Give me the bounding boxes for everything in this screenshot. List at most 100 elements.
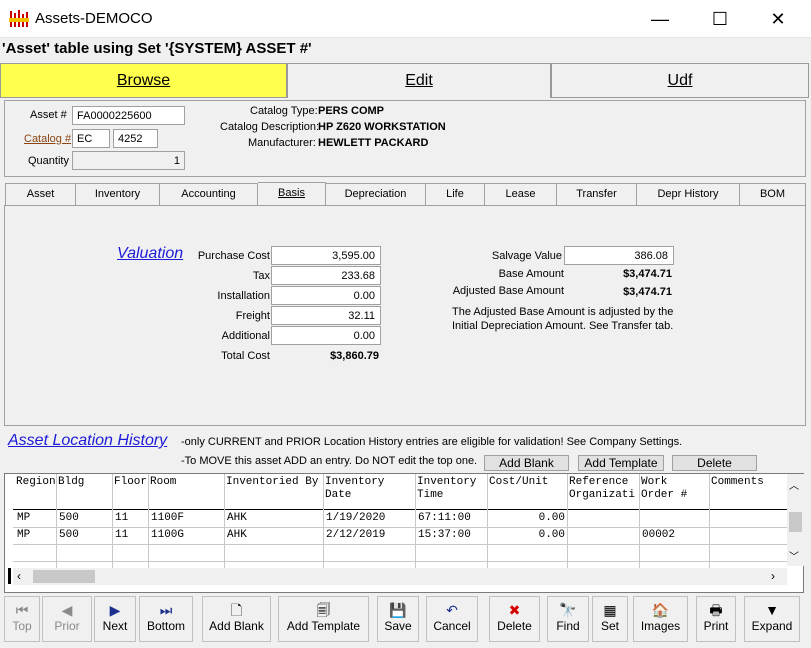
- grid-row-divider: [13, 527, 787, 528]
- catalog-number-field[interactable]: 4252: [113, 129, 158, 148]
- cell-room[interactable]: 1100G: [151, 529, 184, 541]
- expand-button[interactable]: ▼ Expand: [744, 596, 800, 642]
- subtab-accounting[interactable]: Accounting: [160, 183, 258, 205]
- scroll-down-icon[interactable]: ﹀: [789, 548, 799, 563]
- col-header-comments[interactable]: Comments: [711, 476, 764, 489]
- col-header-inventoried-by[interactable]: Inventoried By: [226, 476, 318, 489]
- cell-inventoried-by[interactable]: AHK: [227, 529, 247, 541]
- subtab-basis[interactable]: Basis: [258, 182, 326, 206]
- catalog-code-field[interactable]: EC: [72, 129, 110, 148]
- basis-panel: [4, 205, 806, 426]
- images-button[interactable]: 🏠 Images: [633, 596, 688, 642]
- cell-inventory-time[interactable]: 67:11:00: [418, 512, 471, 524]
- cell-inventory-date[interactable]: 1/19/2020: [326, 512, 385, 524]
- cell-region[interactable]: MP: [17, 529, 30, 541]
- base-amount-value: $3,474.71: [623, 268, 672, 280]
- freight-field[interactable]: 32.11: [271, 306, 381, 325]
- subtab-depr-history[interactable]: Depr History: [637, 183, 740, 205]
- cell-inventory-time[interactable]: 15:37:00: [418, 529, 471, 541]
- salvage-value-field[interactable]: 386.08: [564, 246, 674, 265]
- col-header-bldg[interactable]: Bldg: [58, 476, 84, 489]
- col-header-inventory-date[interactable]: Inventory Date: [325, 476, 384, 502]
- col-header-inventory-time[interactable]: Inventory Time: [417, 476, 476, 502]
- table-subtitle: 'Asset' table using Set '{SYSTEM} ASSET …: [2, 40, 312, 57]
- table-row[interactable]: MP 500 11 1100G AHK 2/12/2019 15:37:00 0…: [13, 529, 787, 544]
- next-button[interactable]: ▶ Next: [94, 596, 136, 642]
- scroll-thumb[interactable]: [789, 512, 802, 532]
- delete-row-button[interactable]: Delete: [672, 455, 757, 471]
- cell-room[interactable]: 1100F: [151, 512, 184, 524]
- scroll-left-icon[interactable]: ‹: [17, 569, 21, 583]
- col-header-cost-unit[interactable]: Cost/Unit: [489, 476, 548, 489]
- cell-inventoried-by[interactable]: AHK: [227, 512, 247, 524]
- scroll-up-icon[interactable]: ︿: [789, 477, 799, 492]
- save-icon: 💾: [389, 602, 407, 618]
- prior-button[interactable]: ◀ Prior: [42, 596, 92, 642]
- vertical-scrollbar[interactable]: ︿ ﹀: [787, 474, 804, 566]
- subtab-depreciation[interactable]: Depreciation: [326, 183, 426, 205]
- horizontal-scrollbar[interactable]: ‹ ›: [13, 568, 787, 585]
- binoculars-icon: 🔭: [559, 602, 577, 618]
- tab-browse[interactable]: Browse: [0, 63, 287, 98]
- catalog-type-value: PERS COMP: [318, 105, 385, 117]
- close-button[interactable]: ✕: [755, 0, 801, 38]
- asset-number-field[interactable]: FA0000225600: [72, 106, 185, 125]
- scroll-thumb-horizontal[interactable]: [33, 570, 95, 583]
- save-button[interactable]: 💾 Save: [377, 596, 419, 642]
- purchase-cost-field[interactable]: 3,595.00: [271, 246, 381, 265]
- col-header-floor[interactable]: Floor: [114, 476, 147, 489]
- catalog-description-value: HP Z620 WORKSTATION: [318, 121, 446, 133]
- catalog-type-label: Catalog Type:: [250, 105, 318, 117]
- set-button[interactable]: ▦ Set: [592, 596, 628, 642]
- tax-field[interactable]: 233.68: [271, 266, 381, 285]
- catalog-link[interactable]: Catalog #: [24, 133, 71, 145]
- cancel-button[interactable]: ↶ Cancel: [426, 596, 478, 642]
- installation-field[interactable]: 0.00: [271, 286, 381, 305]
- tab-udf[interactable]: Udf: [551, 63, 809, 98]
- cell-inventory-date[interactable]: 2/12/2019: [326, 529, 385, 541]
- subtab-lease[interactable]: Lease: [485, 183, 557, 205]
- asset-location-history-link[interactable]: Asset Location History: [8, 432, 167, 450]
- subtab-inventory[interactable]: Inventory: [76, 183, 160, 205]
- minimize-button[interactable]: —: [637, 0, 683, 38]
- subtab-bom[interactable]: BOM: [740, 183, 806, 205]
- cell-region[interactable]: MP: [17, 512, 30, 524]
- text-cursor-marker: [8, 568, 11, 584]
- subtab-transfer[interactable]: Transfer: [557, 183, 637, 205]
- base-amount-label: Base Amount: [498, 268, 564, 280]
- subtab-asset[interactable]: Asset: [5, 183, 76, 205]
- add-blank-button[interactable]: 🗋 Add Blank: [202, 596, 271, 642]
- col-header-work-order[interactable]: Work Order #: [641, 476, 687, 502]
- table-row[interactable]: MP 500 11 1100F AHK 1/19/2020 67:11:00 0…: [13, 512, 787, 527]
- additional-field[interactable]: 0.00: [271, 326, 381, 345]
- cell-bldg[interactable]: 500: [59, 529, 79, 541]
- freight-label: Freight: [235, 310, 270, 322]
- find-button[interactable]: 🔭 Find: [547, 596, 589, 642]
- cell-cost-unit[interactable]: 0.00: [490, 529, 565, 541]
- history-note-validation: -only CURRENT and PRIOR Location History…: [181, 436, 683, 448]
- col-header-room[interactable]: Room: [150, 476, 176, 489]
- col-header-reference-organization[interactable]: Reference Organizati: [569, 476, 635, 510]
- col-header-region[interactable]: Region: [16, 476, 56, 489]
- window-title: Assets-DEMOCO: [35, 10, 153, 27]
- top-button[interactable]: ⏮ Top: [4, 596, 40, 642]
- blank-document-icon: 🗋: [230, 602, 243, 618]
- cell-work-order[interactable]: 00002: [642, 529, 675, 541]
- cell-bldg[interactable]: 500: [59, 512, 79, 524]
- maximize-button[interactable]: ☐: [697, 0, 743, 38]
- catalog-description-label: Catalog Description:: [220, 121, 320, 133]
- add-template-button[interactable]: 🗐 Add Template: [278, 596, 369, 642]
- cell-floor[interactable]: 11: [115, 529, 128, 541]
- scroll-right-icon[interactable]: ›: [771, 569, 775, 583]
- subtab-life[interactable]: Life: [426, 183, 485, 205]
- cell-cost-unit[interactable]: 0.00: [490, 512, 565, 524]
- add-template-row-button[interactable]: Add Template: [578, 455, 664, 471]
- delete-button[interactable]: ✖ Delete: [489, 596, 540, 642]
- bottom-button[interactable]: ⏭ Bottom: [139, 596, 193, 642]
- print-button[interactable]: 🖶 Print: [696, 596, 736, 642]
- tab-edit[interactable]: Edit: [287, 63, 551, 98]
- cell-floor[interactable]: 11: [115, 512, 128, 524]
- title-bar: Assets-DEMOCO — ☐ ✕: [0, 0, 811, 38]
- tax-label: Tax: [252, 270, 270, 282]
- add-blank-row-button[interactable]: Add Blank: [484, 455, 569, 471]
